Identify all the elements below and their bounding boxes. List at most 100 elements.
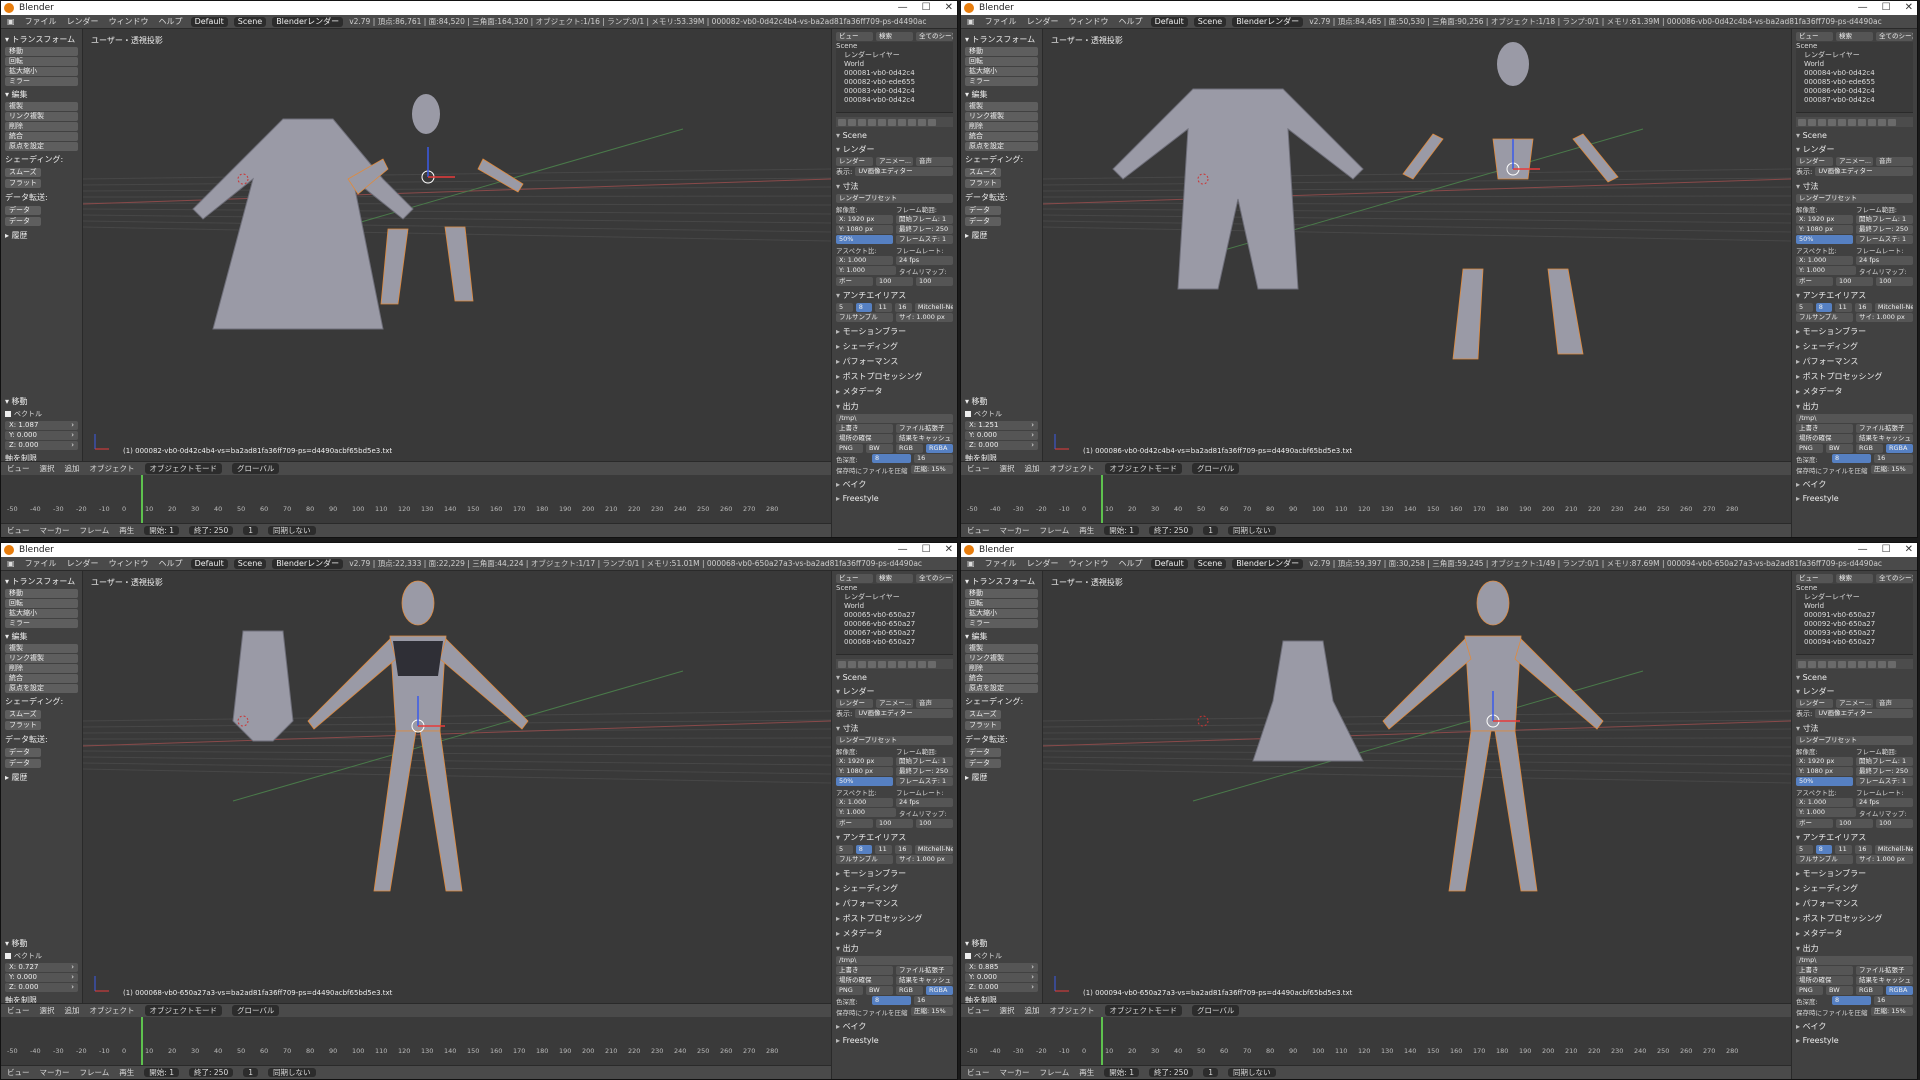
render-button[interactable]: レンダー [1796, 157, 1833, 166]
duplicate-linked-button[interactable]: リンク複製 [5, 112, 78, 121]
swimsuit-mesh[interactable] [232, 630, 294, 742]
set-origin-button[interactable]: 原点を設定 [5, 684, 78, 693]
res-percent-slider[interactable]: 50% [836, 777, 893, 786]
property-tabs[interactable] [1796, 117, 1913, 127]
menu-help[interactable]: ヘルプ [1117, 558, 1145, 569]
current-frame-cursor[interactable] [141, 1017, 143, 1065]
close-button[interactable]: ✕ [1905, 1, 1913, 15]
frame-step-field[interactable]: フレームステ: 1 [1856, 235, 1913, 244]
res-percent-slider[interactable]: 50% [836, 235, 893, 244]
menu-render[interactable]: レンダー [1025, 558, 1061, 569]
color-depth-16[interactable]: 16 [1874, 454, 1913, 463]
aspect-x-field[interactable]: X: 1.000 [836, 798, 893, 807]
menu-help[interactable]: ヘルプ [157, 16, 185, 27]
editor-type-icon[interactable]: ▣ [5, 559, 17, 568]
outliner-item-world[interactable]: World [836, 602, 953, 611]
duplicate-button[interactable]: 複製 [965, 644, 1038, 653]
color-bw-button[interactable]: BW [866, 444, 893, 453]
shading-section[interactable]: シェーディング [836, 341, 953, 352]
menu-help[interactable]: ヘルプ [157, 558, 185, 569]
render-section[interactable]: レンダー [836, 686, 953, 697]
color-rgb-button[interactable]: RGB [896, 444, 923, 453]
aspect-x-field[interactable]: X: 1.000 [1796, 256, 1853, 265]
3d-cursor-icon[interactable] [1197, 715, 1209, 727]
3d-viewport[interactable]: ユーザー・透視投影 (1) 000094-vb0-650a27a3-vs=ba2… [1043, 571, 1791, 1003]
layout-select[interactable]: Default [1150, 16, 1188, 27]
output-path-field[interactable]: /tmp\ [1796, 414, 1913, 423]
scale-button[interactable]: 拡大縮小 [5, 609, 78, 618]
tl-marker-menu[interactable]: マーカー [1000, 1067, 1030, 1078]
set-origin-button[interactable]: 原点を設定 [965, 684, 1038, 693]
remap-old-field[interactable]: 100 [1836, 277, 1873, 286]
color-rgba-button[interactable]: RGBA [926, 986, 953, 995]
outliner-item-object[interactable]: 000084-vb0-0d42c4 [836, 96, 953, 105]
flat-button[interactable]: フラット [965, 179, 1001, 188]
transform-panel-head[interactable]: ▾ トランスフォーム [965, 34, 1038, 45]
tl-view-menu[interactable]: ビュー [7, 525, 30, 536]
frame-start-field[interactable]: 開始フレーム: 1 [1856, 757, 1913, 766]
object-menu[interactable]: オブジェクト [1050, 1005, 1095, 1016]
scene-select[interactable]: Scene [1193, 16, 1227, 27]
output-section[interactable]: 出力 [1796, 943, 1913, 954]
shading-section[interactable]: シェーディング [836, 883, 953, 894]
vector-z-field[interactable]: Z: 0.000 › [965, 441, 1038, 450]
viewport-scene[interactable] [83, 29, 831, 461]
layout-select[interactable]: Default [190, 16, 228, 27]
render-button[interactable]: レンダー [836, 699, 873, 708]
outliner-item-scene[interactable]: Scene [836, 42, 953, 51]
audio-button[interactable]: 音声 [1876, 699, 1913, 708]
menu-file[interactable]: ファイル [23, 16, 59, 27]
tl-playback-menu[interactable]: 再生 [119, 1067, 134, 1078]
outliner-item-world[interactable]: World [1796, 602, 1913, 611]
end-frame-field[interactable]: 終了: 250 [188, 526, 234, 535]
property-tabs[interactable] [836, 659, 953, 669]
view-menu[interactable]: ビュー [967, 1005, 990, 1016]
outliner-item-object[interactable]: 000093-vb0-650a27 [1796, 629, 1913, 638]
start-frame-field[interactable]: 開始: 1 [1104, 1068, 1139, 1077]
dress-mesh[interactable] [1252, 640, 1364, 762]
head-mesh[interactable] [412, 94, 440, 134]
select-menu[interactable]: 選択 [40, 1005, 55, 1016]
close-button[interactable]: ✕ [945, 543, 953, 557]
render-section[interactable]: レンダー [1796, 686, 1913, 697]
remap-new-field[interactable]: 100 [916, 277, 953, 286]
current-frame-field[interactable]: 1 [243, 526, 259, 535]
menu-window[interactable]: ウィンドウ [1067, 558, 1111, 569]
minimize-button[interactable]: — [898, 1, 908, 15]
operator-panel-head[interactable]: ▾ 移動 [5, 938, 78, 949]
color-depth-8[interactable]: 8 [1832, 996, 1871, 1005]
fps-select[interactable]: 24 fps [896, 798, 953, 807]
outliner-item-object[interactable]: 000081-vb0-0d42c4 [836, 69, 953, 78]
close-button[interactable]: ✕ [945, 1, 953, 15]
aa-samples-11[interactable]: 11 [875, 845, 893, 854]
display-select[interactable]: UV画像エディター [855, 167, 953, 176]
performance-section[interactable]: パフォーマンス [836, 356, 953, 367]
performance-section[interactable]: パフォーマンス [836, 898, 953, 909]
aspect-y-field[interactable]: Y: 1.000 [836, 808, 896, 817]
left-leg-mesh[interactable] [380, 228, 409, 305]
right-hand-mesh[interactable] [477, 158, 524, 193]
frame-end-field[interactable]: 最終フレー: 250 [896, 225, 953, 234]
shading-section[interactable]: シェーディング [1796, 341, 1913, 352]
frame-start-field[interactable]: 開始フレーム: 1 [896, 757, 953, 766]
animation-button[interactable]: アニメー... [876, 699, 913, 708]
aa-filter-select[interactable]: Mitchell-Netravali [914, 303, 954, 312]
translate-button[interactable]: 移動 [965, 589, 1038, 598]
mirror-button[interactable]: ミラー [5, 77, 78, 86]
shading-section[interactable]: シェーディング [1796, 883, 1913, 894]
metadata-section[interactable]: メタデータ [1796, 928, 1913, 939]
outliner-view-menu[interactable]: ビュー [836, 32, 873, 41]
remap-old-field[interactable]: 100 [1836, 819, 1873, 828]
flat-button[interactable]: フラット [5, 721, 41, 730]
current-frame-cursor[interactable] [1101, 475, 1103, 523]
remap-old-field[interactable]: 100 [876, 277, 913, 286]
filter-size-field[interactable]: サイ: 1.000 px [896, 855, 953, 864]
bake-section[interactable]: ベイク [1796, 479, 1913, 490]
duplicate-button[interactable]: 複製 [5, 644, 78, 653]
start-frame-field[interactable]: 開始: 1 [1104, 526, 1139, 535]
mode-select[interactable]: オブジェクトモード [144, 1005, 222, 1016]
body-mesh[interactable] [307, 580, 529, 892]
overwrite-checkbox[interactable]: 上書き [1796, 424, 1853, 433]
output-path-field[interactable]: /tmp\ [1796, 956, 1913, 965]
property-tabs[interactable] [836, 117, 953, 127]
